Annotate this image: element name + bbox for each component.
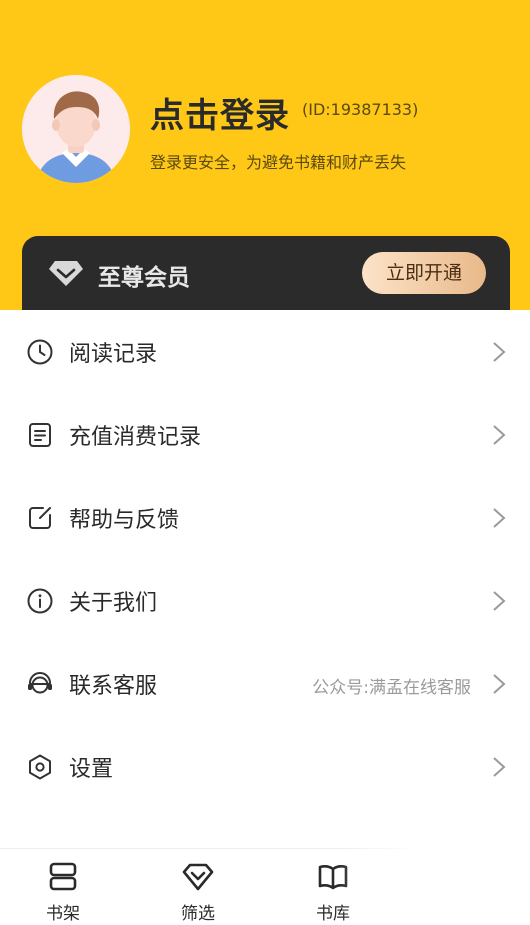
tab-filter[interactable]: 筛选: [158, 849, 238, 925]
menu-item-customer-service[interactable]: 联系客服 公众号:满孟在线客服: [0, 642, 530, 725]
menu-label: 充值消费记录: [69, 425, 202, 450]
menu-list: 阅读记录 充值消费记录 帮助与反馈 关于我们 联系客服 公众号:满孟在线客服 设…: [0, 310, 530, 808]
tab-label: 筛选: [181, 904, 215, 924]
menu-label: 设置: [69, 757, 114, 782]
menu-label: 帮助与反馈: [69, 508, 180, 533]
avatar[interactable]: [22, 75, 130, 183]
customer-service-note: 公众号:满孟在线客服: [312, 678, 471, 698]
menu-item-settings[interactable]: 设置: [0, 725, 530, 808]
login-subtitle: 登录更安全，为避免书籍和财产丢失: [150, 153, 407, 172]
menu-item-about-us[interactable]: 关于我们: [0, 559, 530, 642]
default-user-avatar-icon: [22, 75, 130, 183]
chevron-right-icon: [493, 591, 506, 611]
info-icon: [27, 588, 53, 614]
chevron-right-icon: [493, 757, 506, 777]
headset-icon: [28, 672, 52, 694]
settings-icon: [29, 754, 51, 780]
tab-bookshelf[interactable]: 书架: [23, 849, 103, 925]
menu-item-help-feedback[interactable]: 帮助与反馈: [0, 476, 530, 559]
diamond-icon: [49, 261, 83, 286]
edit-icon: [29, 507, 51, 529]
vip-card[interactable]: 至尊会员 立即开通: [22, 236, 510, 316]
chevron-right-icon: [493, 674, 506, 694]
menu-label: 阅读记录: [69, 342, 158, 367]
filter-diamond-icon: [182, 863, 214, 891]
user-id: (ID:19387133): [302, 100, 419, 119]
menu-label: 联系客服: [69, 674, 158, 699]
tabbar-fade-overlay: [340, 848, 530, 925]
menu-label: 关于我们: [69, 591, 158, 616]
receipt-icon: [29, 423, 51, 447]
clock-icon: [27, 339, 53, 365]
profile-header: 点击登录 (ID:19387133) 登录更安全，为避免书籍和财产丢失 至尊会员…: [0, 0, 530, 316]
chevron-right-icon: [493, 342, 506, 362]
login-title[interactable]: 点击登录: [150, 88, 290, 137]
menu-item-recharge-history[interactable]: 充值消费记录: [0, 393, 530, 476]
tab-label: 书架: [46, 904, 80, 924]
vip-activate-button[interactable]: 立即开通: [362, 252, 486, 294]
bookshelf-icon: [49, 862, 77, 891]
vip-label: 至尊会员: [98, 265, 190, 291]
menu-item-reading-history[interactable]: 阅读记录: [0, 310, 530, 393]
chevron-right-icon: [493, 508, 506, 528]
chevron-right-icon: [493, 425, 506, 445]
